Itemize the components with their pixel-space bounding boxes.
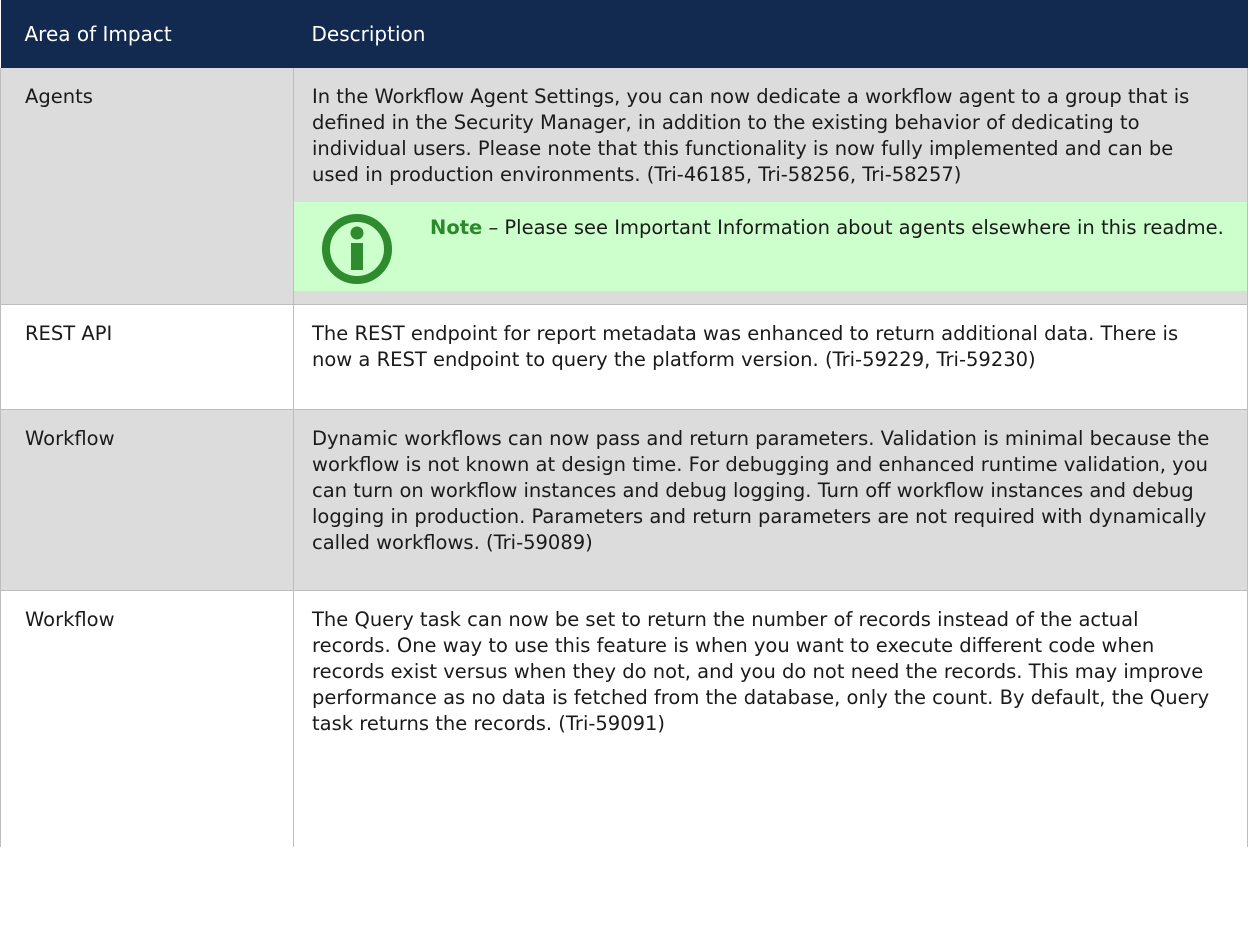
description-cell: Dynamic workflows can now pass and retur… <box>293 409 1248 591</box>
note-text: Note – Please see Important Information … <box>430 215 1227 241</box>
info-icon <box>322 214 392 284</box>
note-label: Note <box>430 216 483 239</box>
area-cell: REST API <box>0 304 294 410</box>
description-cell: The Query task can now be set to return … <box>293 590 1248 847</box>
table-row: REST API The REST endpoint for report me… <box>0 304 1248 410</box>
document-page: Area of Impact Description Agents In the… <box>0 0 1253 927</box>
description-cell: The REST endpoint for report metadata wa… <box>293 304 1248 410</box>
note-separator: – <box>482 216 505 239</box>
header-area-of-impact: Area of Impact <box>0 0 294 68</box>
description-text: The REST endpoint for report metadata wa… <box>312 322 1179 371</box>
table-header: Area of Impact Description <box>0 0 1248 68</box>
impact-table: Area of Impact Description Agents In the… <box>0 0 1248 847</box>
note-box: Note – Please see Important Information … <box>294 202 1247 291</box>
area-cell: Workflow <box>0 409 294 591</box>
description-text: Dynamic workflows can now pass and retur… <box>312 427 1210 554</box>
description-text: The Query task can now be set to return … <box>312 608 1210 735</box>
header-description: Description <box>293 0 1248 68</box>
note-body: Please see Important Information about a… <box>504 216 1224 239</box>
area-cell: Workflow <box>0 590 294 847</box>
description-cell: In the Workflow Agent Settings, you can … <box>293 68 1248 305</box>
description-text: In the Workflow Agent Settings, you can … <box>312 85 1190 186</box>
table-row: Workflow Dynamic workflows can now pass … <box>0 409 1248 591</box>
area-cell: Agents <box>0 68 294 305</box>
table-row: Workflow The Query task can now be set t… <box>0 590 1248 847</box>
table-row: Agents In the Workflow Agent Settings, y… <box>0 68 1248 305</box>
